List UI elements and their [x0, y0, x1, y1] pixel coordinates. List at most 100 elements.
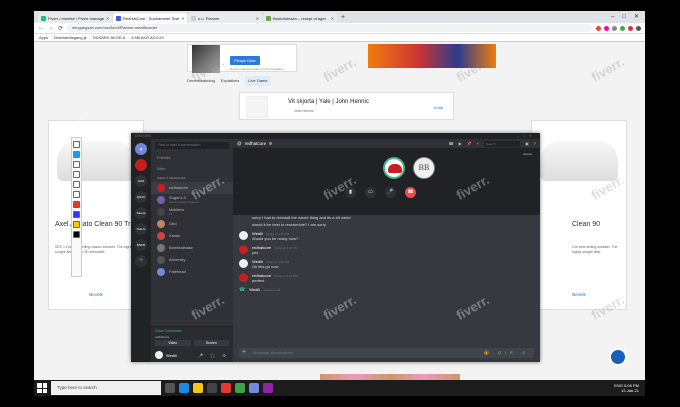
- system-tray[interactable]: ENG 5:06 PM 12-Jan-21: [614, 383, 645, 393]
- search-input[interactable]: Search: [483, 140, 520, 147]
- browser-tab-active[interactable]: RedHatCore - Sunhammer Swe ✕: [113, 13, 187, 23]
- dm-item[interactable]: Bomlealelake: [151, 242, 233, 254]
- edge-icon[interactable]: [179, 383, 189, 393]
- nitro-nav[interactable]: Nitro: [151, 163, 233, 174]
- chat-fab-button[interactable]: [609, 348, 627, 366]
- bookmark[interactable]: A MEAKD ACCUS: [131, 35, 164, 40]
- dm-item[interactable]: Adversity: [151, 254, 233, 266]
- extensions[interactable]: [596, 25, 641, 31]
- camera-icon[interactable]: ▮: [345, 187, 356, 198]
- right-sneaker-ad[interactable]: Clean 90 Our best selling sneaker. The h…: [531, 120, 627, 310]
- new-tab-button[interactable]: +: [338, 13, 348, 23]
- dm-item[interactable]: redhatcore: [151, 182, 233, 194]
- task-view-icon[interactable]: [165, 383, 175, 393]
- pin-icon[interactable]: 📌: [467, 141, 472, 146]
- bookmark[interactable]: Oderstedtsgang.jk: [54, 35, 86, 40]
- attach-icon[interactable]: +: [242, 348, 246, 358]
- forward-icon[interactable]: →: [48, 25, 54, 31]
- window-controls[interactable]: – □ ✕: [611, 11, 645, 23]
- red-hat-icon: [388, 164, 402, 173]
- server-icon[interactable]: RNKR: [135, 239, 147, 251]
- server-icon[interactable]: NotLG: [135, 223, 147, 235]
- app-icon[interactable]: [263, 383, 273, 393]
- bookmark[interactable]: Apps: [39, 35, 48, 40]
- call-icon[interactable]: ☎: [449, 141, 454, 146]
- user-controls[interactable]: 🎤 🎧 ⚙: [198, 353, 229, 358]
- ad-title: Axel Arigato Clean 90 Triple: [55, 221, 142, 228]
- dm-item[interactable]: Gbo: [151, 218, 233, 230]
- hang-up-icon[interactable]: ☎: [405, 187, 416, 198]
- find-conversation-input[interactable]: Find or start a conversation: [155, 142, 229, 149]
- eraser-icon: [73, 171, 80, 178]
- browser-tab[interactable]: Bruttohönsan – recept of ager ✕: [263, 13, 337, 23]
- reload-icon[interactable]: ⟳: [58, 25, 63, 32]
- server-icon[interactable]: QSAC: [135, 191, 147, 203]
- app-icon[interactable]: [221, 383, 231, 393]
- top-ad[interactable]: Flimys Odar Dennis opbiodouadlam vil de …: [187, 44, 297, 73]
- browser-tab[interactable]: Fiverr / meefee / Fiverr manage ✕: [38, 13, 112, 23]
- ad-button[interactable]: Flimys Odar: [230, 56, 260, 65]
- url-input[interactable]: mingangsan.com/noo/kind/Planner-mealfloo…: [67, 24, 592, 32]
- shirt-ad[interactable]: Vit skjorta | Yale | John Hennic John He…: [239, 92, 454, 120]
- server-list: ◉ NOZ QSAC Sauna NotLG RNKR +: [131, 139, 151, 362]
- callee-avatar: BB: [413, 157, 435, 179]
- message: sorry I had to reinstall the whole thing…: [252, 215, 351, 220]
- discord-window: DISCORD –□✕ ◉ NOZ QSAC Sauna NotLG RNKR +…: [131, 133, 540, 362]
- app-icon[interactable]: [207, 383, 217, 393]
- browser-tab[interactable]: u.u. Planner ✕: [188, 13, 262, 23]
- help-icon[interactable]: ?: [534, 141, 536, 146]
- back-icon[interactable]: ←: [38, 25, 44, 31]
- screen-share-icon[interactable]: ▭: [365, 187, 376, 198]
- voice-panel: Voice Connected redhatcore Video Screen: [151, 326, 233, 348]
- at-icon: @: [237, 141, 242, 146]
- drawing-toolbar[interactable]: [71, 137, 82, 277]
- bookmarks-bar: Apps Oderstedtsgang.jk ODSARK AKOD A A M…: [34, 34, 645, 42]
- dm-item[interactable]: Sugar's 3 Frankys happy hygiends: [151, 194, 233, 206]
- discord-home-icon[interactable]: ◉: [135, 143, 147, 155]
- shape-icon: [73, 191, 80, 198]
- dm-item[interactable]: Xavan: [151, 230, 233, 242]
- page-subnav: Dnnertilbakning Expiations Live Game: [187, 76, 457, 86]
- video-button[interactable]: Video: [155, 340, 191, 346]
- server-icon[interactable]: [135, 159, 147, 171]
- phone-icon: ☎: [239, 287, 246, 293]
- chrome-icon[interactable]: [235, 383, 245, 393]
- windows-start-icon[interactable]: [37, 383, 47, 393]
- microphone-icon[interactable]: 🎤: [385, 187, 396, 198]
- ad-cta[interactable]: Köök: [434, 105, 443, 110]
- message-input[interactable]: + Message @redhatcore 🎁 GIF ☺: [239, 348, 534, 358]
- message: Wediii Today at 4:35 PM Would you be ready…: [239, 231, 534, 241]
- avatar[interactable]: [155, 351, 163, 359]
- screen-share-button[interactable]: Screen: [193, 340, 229, 346]
- bookmark[interactable]: ODSARK AKOD A: [93, 35, 126, 40]
- dm-item[interactable]: Fatehead: [151, 266, 233, 278]
- friends-nav[interactable]: Friends: [151, 152, 233, 163]
- add-server-icon[interactable]: +: [135, 255, 147, 267]
- explorer-icon[interactable]: [193, 383, 203, 393]
- server-icon[interactable]: NOZ: [135, 175, 147, 187]
- minimize-icon: –: [611, 14, 615, 20]
- subnav-item-active[interactable]: Live Game: [245, 76, 271, 86]
- taskbar-search[interactable]: Type here to search: [51, 381, 161, 395]
- left-sneaker-ad[interactable]: Axel Arigato Clean 90 Triple SEK 1 Our b…: [48, 120, 144, 310]
- pen-icon: [73, 141, 80, 148]
- ad-cta[interactable]: Beveik: [532, 292, 626, 297]
- add-dm-icon[interactable]: +: [225, 176, 227, 180]
- ad-subtitle: John Hennic: [294, 109, 314, 113]
- video-icon[interactable]: ▶: [459, 141, 462, 146]
- user-panel: Wediii 🎤 🎧 ⚙: [151, 348, 233, 362]
- discord-icon[interactable]: [249, 383, 259, 393]
- subnav-item[interactable]: Dnnertilbakning: [187, 76, 215, 86]
- ad-title: Clean 90: [572, 221, 601, 228]
- dm-item[interactable]: Matthew P1: [151, 206, 233, 218]
- server-icon[interactable]: Sauna: [135, 207, 147, 219]
- subnav-item[interactable]: Expiations: [221, 76, 239, 86]
- add-friend-icon[interactable]: +: [477, 141, 479, 146]
- composer-icons[interactable]: 🎁 GIF ☺: [484, 348, 530, 358]
- ad-cta[interactable]: Beveik: [49, 292, 143, 297]
- sneaker-image: [540, 141, 618, 181]
- top-banner-ad[interactable]: [368, 44, 496, 68]
- ad-image: [192, 45, 220, 73]
- dm-sidebar: Find or start a conversation Friends Nit…: [151, 139, 233, 362]
- inbox-icon[interactable]: ▣: [525, 141, 529, 146]
